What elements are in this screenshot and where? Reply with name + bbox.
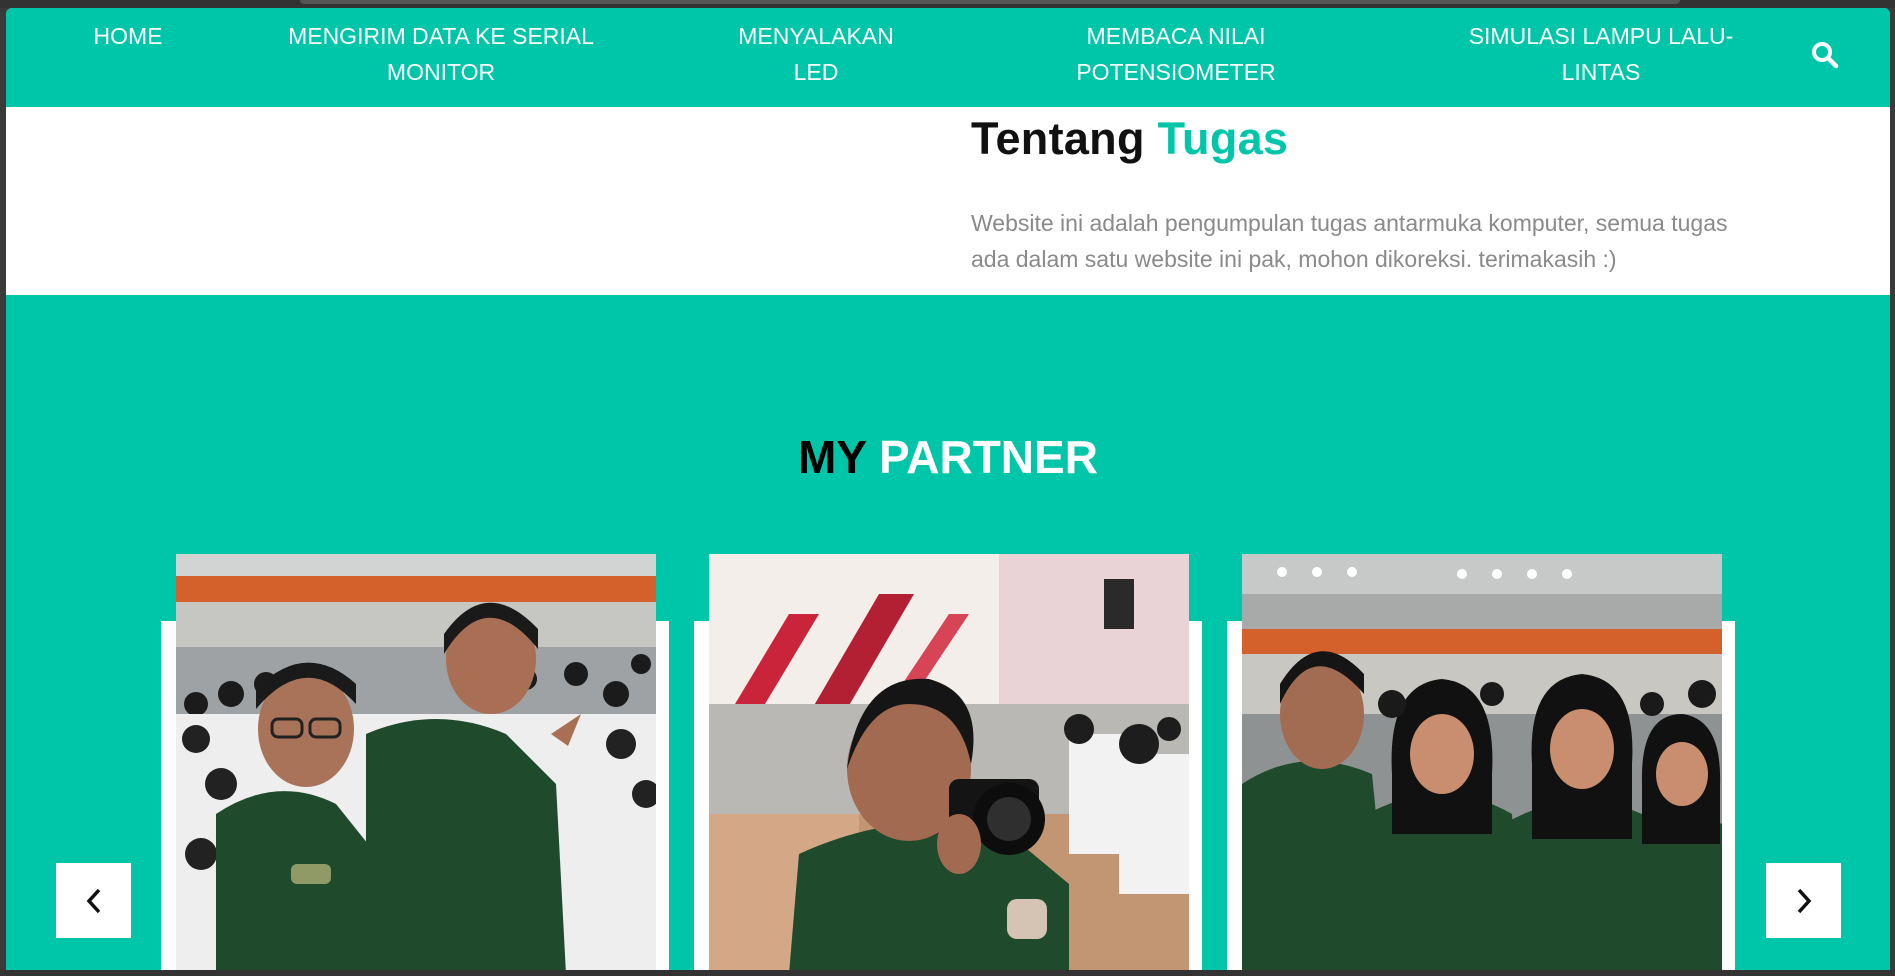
page-frame: HOME MENGIRIM DATA KE SERIAL MONITOR MEN… [6, 8, 1890, 970]
nav-item-label: SIMULASI LAMPU LALU- LINTAS [1468, 23, 1734, 85]
partner-title-main: MY [798, 431, 867, 483]
nav-item-home[interactable]: HOME [68, 18, 188, 54]
carousel-next-button[interactable] [1766, 863, 1841, 938]
about-section: Tentang Tugas Website ini adalah pengump… [6, 107, 1890, 295]
partner-photo [709, 554, 1189, 970]
browser-tab-edge [300, 0, 1680, 4]
search-icon[interactable] [1810, 40, 1840, 70]
chevron-left-icon [86, 888, 100, 913]
nav-item-serial-monitor[interactable]: MENGIRIM DATA KE SERIAL MONITOR [276, 18, 606, 90]
partner-title-accent: PARTNER [879, 431, 1098, 483]
nav-item-traffic-light[interactable]: SIMULASI LAMPU LALU- LINTAS [1446, 18, 1756, 90]
about-description: Website ini adalah pengumpulan tugas ant… [971, 210, 1728, 272]
about-title-main: Tentang [971, 113, 1145, 164]
nav-item-label: MENGIRIM DATA KE SERIAL MONITOR [288, 23, 594, 85]
carousel-prev-button[interactable] [56, 863, 131, 938]
top-navbar: HOME MENGIRIM DATA KE SERIAL MONITOR MEN… [6, 8, 1890, 107]
nav-item-label: HOME [93, 23, 163, 49]
browser-top-bar [0, 0, 1895, 8]
nav-item-label: MEMBACA NILAI POTENSIOMETER [1076, 23, 1276, 85]
nav-item-led[interactable]: MENYALAKAN LED [726, 18, 906, 90]
nav-item-label: MENYALAKAN LED [738, 23, 894, 85]
chevron-right-icon [1797, 888, 1811, 913]
partner-photo [1242, 554, 1722, 970]
about-title: Tentang Tugas [971, 113, 1288, 165]
about-title-accent: Tugas [1157, 113, 1289, 164]
partner-section-title: MY PARTNER [6, 430, 1890, 484]
window-bottom-edge [0, 970, 1895, 976]
nav-item-potentiometer[interactable]: MEMBACA NILAI POTENSIOMETER [1056, 18, 1296, 90]
partner-photo [176, 554, 656, 970]
